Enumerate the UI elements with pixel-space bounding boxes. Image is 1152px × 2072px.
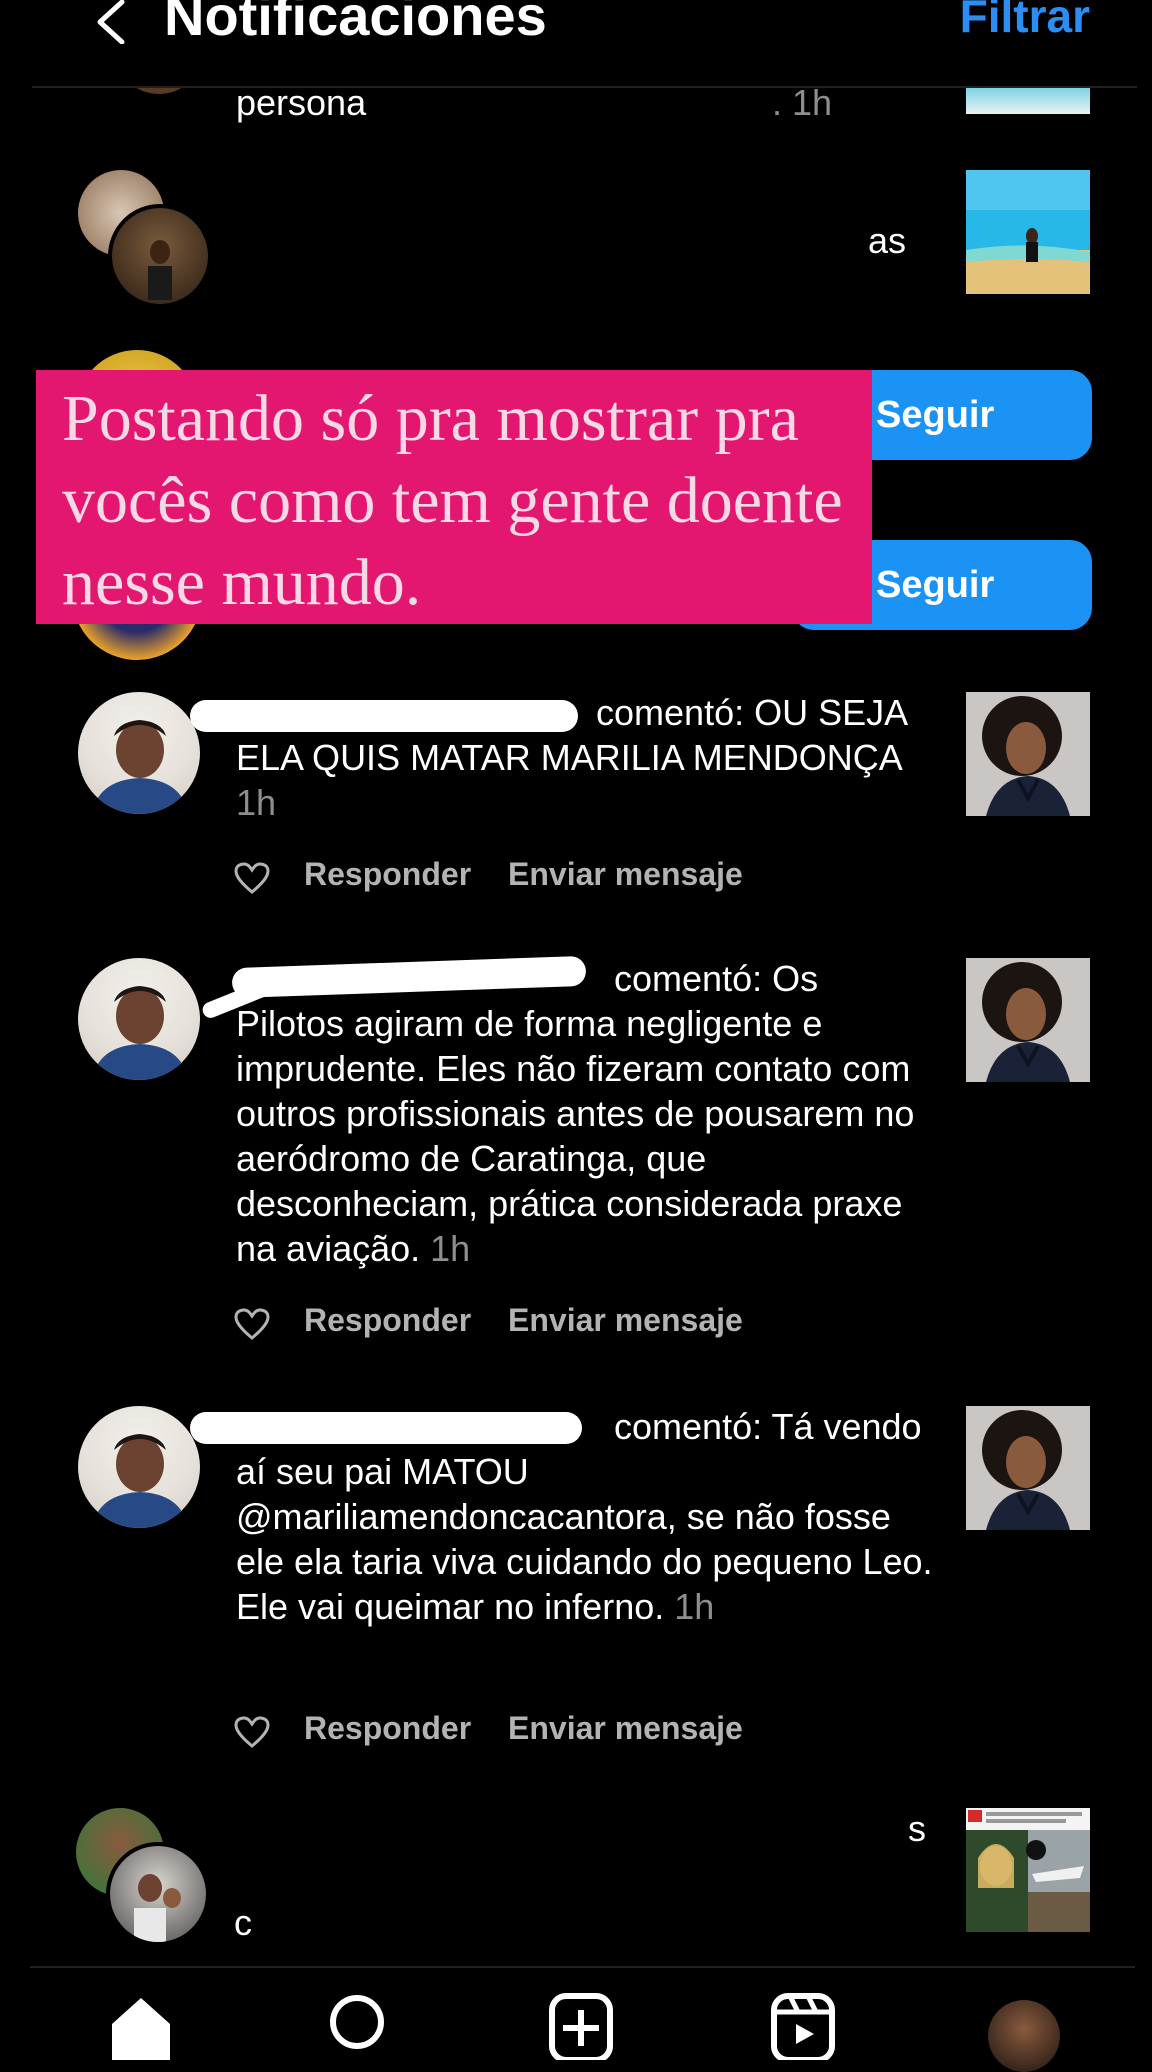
avatar[interactable] xyxy=(78,692,200,814)
comment-actions: Responder Enviar mensaje xyxy=(234,1302,834,1346)
avatar-front[interactable] xyxy=(106,1842,210,1946)
avatar[interactable] xyxy=(78,1406,200,1528)
back-chevron-icon[interactable] xyxy=(92,0,132,44)
header-bar: Notificaciones Filtrar xyxy=(0,0,1152,88)
post-thumbnail[interactable] xyxy=(966,692,1090,816)
comment-notification[interactable]: comentó: Os Pilotos agiram de forma negl… xyxy=(0,955,1152,1356)
notification-row[interactable]: as xyxy=(0,160,1152,310)
comment-action: comentó: xyxy=(614,1406,763,1447)
post-thumbnail[interactable] xyxy=(966,1406,1090,1530)
overlay-caption: Postando só pra mostrar pra vocês como t… xyxy=(62,382,843,619)
create-icon[interactable] xyxy=(546,1990,616,2060)
profile-avatar[interactable] xyxy=(988,2000,1060,2072)
avatar[interactable] xyxy=(78,958,200,1080)
heart-icon[interactable] xyxy=(234,1716,270,1748)
comment-action: comentó: xyxy=(596,692,745,733)
send-message-button[interactable]: Enviar mensaje xyxy=(508,1302,743,1339)
header-divider xyxy=(32,86,1137,88)
comment-time: 1h xyxy=(236,782,277,823)
reply-button[interactable]: Responder xyxy=(304,856,471,893)
notification-text-tail: as xyxy=(868,220,907,261)
comment-text: comentó: Os Pilotos agiram de forma negl… xyxy=(236,956,936,1271)
notification-text-start: c xyxy=(234,1902,252,1943)
comment-actions: Responder Enviar mensaje xyxy=(234,856,834,900)
search-icon[interactable] xyxy=(322,1990,392,2060)
send-message-button[interactable]: Enviar mensaje xyxy=(508,1710,743,1747)
reply-button[interactable]: Responder xyxy=(304,1710,471,1747)
comment-time: 1h xyxy=(430,1228,471,1269)
heart-icon[interactable] xyxy=(234,1308,270,1340)
comment-body: Tá vendo aí seu pai MATOU @mariliamendon… xyxy=(236,1406,933,1627)
notification-text-tail: s xyxy=(908,1808,926,1849)
page-title: Notificaciones xyxy=(164,0,547,47)
post-thumbnail[interactable] xyxy=(966,958,1090,1082)
notification-row[interactable]: s c xyxy=(0,1806,1152,1956)
comment-actions: Responder Enviar mensaje xyxy=(234,1710,834,1754)
comment-time: 1h xyxy=(674,1586,715,1627)
comment-notification[interactable]: comentó: Tá vendo aí seu pai MATOU @mari… xyxy=(0,1404,1152,1764)
reels-icon[interactable] xyxy=(768,1990,838,2060)
comment-text: comentó: Tá vendo aí seu pai MATOU @mari… xyxy=(236,1404,936,1629)
post-thumbnail[interactable] xyxy=(966,170,1090,294)
home-icon[interactable] xyxy=(106,1990,176,2060)
notification-row-partial[interactable]: persona . 1h xyxy=(0,4,1152,128)
filter-button[interactable]: Filtrar xyxy=(960,0,1090,44)
heart-icon[interactable] xyxy=(234,862,270,894)
comment-notification[interactable]: comentó: OU SEJA ELA QUIS MATAR MARILIA … xyxy=(0,690,1152,930)
post-thumbnail[interactable] xyxy=(966,1808,1090,1932)
story-text-overlay: Postando só pra mostrar pra vocês como t… xyxy=(36,370,872,624)
post-thumbnail[interactable] xyxy=(966,88,1090,114)
comment-text: comentó: OU SEJA ELA QUIS MATAR MARILIA … xyxy=(236,690,936,825)
avatar-front[interactable] xyxy=(108,204,212,308)
send-message-button[interactable]: Enviar mensaje xyxy=(508,856,743,893)
reply-button[interactable]: Responder xyxy=(304,1302,471,1339)
comment-body: OU SEJA ELA QUIS MATAR MARILIA MENDONÇA xyxy=(236,692,907,778)
comment-action: comentó: xyxy=(614,958,763,999)
comment-body: Os Pilotos agiram de forma negligente e … xyxy=(236,958,915,1269)
bottom-divider xyxy=(30,1966,1135,1968)
